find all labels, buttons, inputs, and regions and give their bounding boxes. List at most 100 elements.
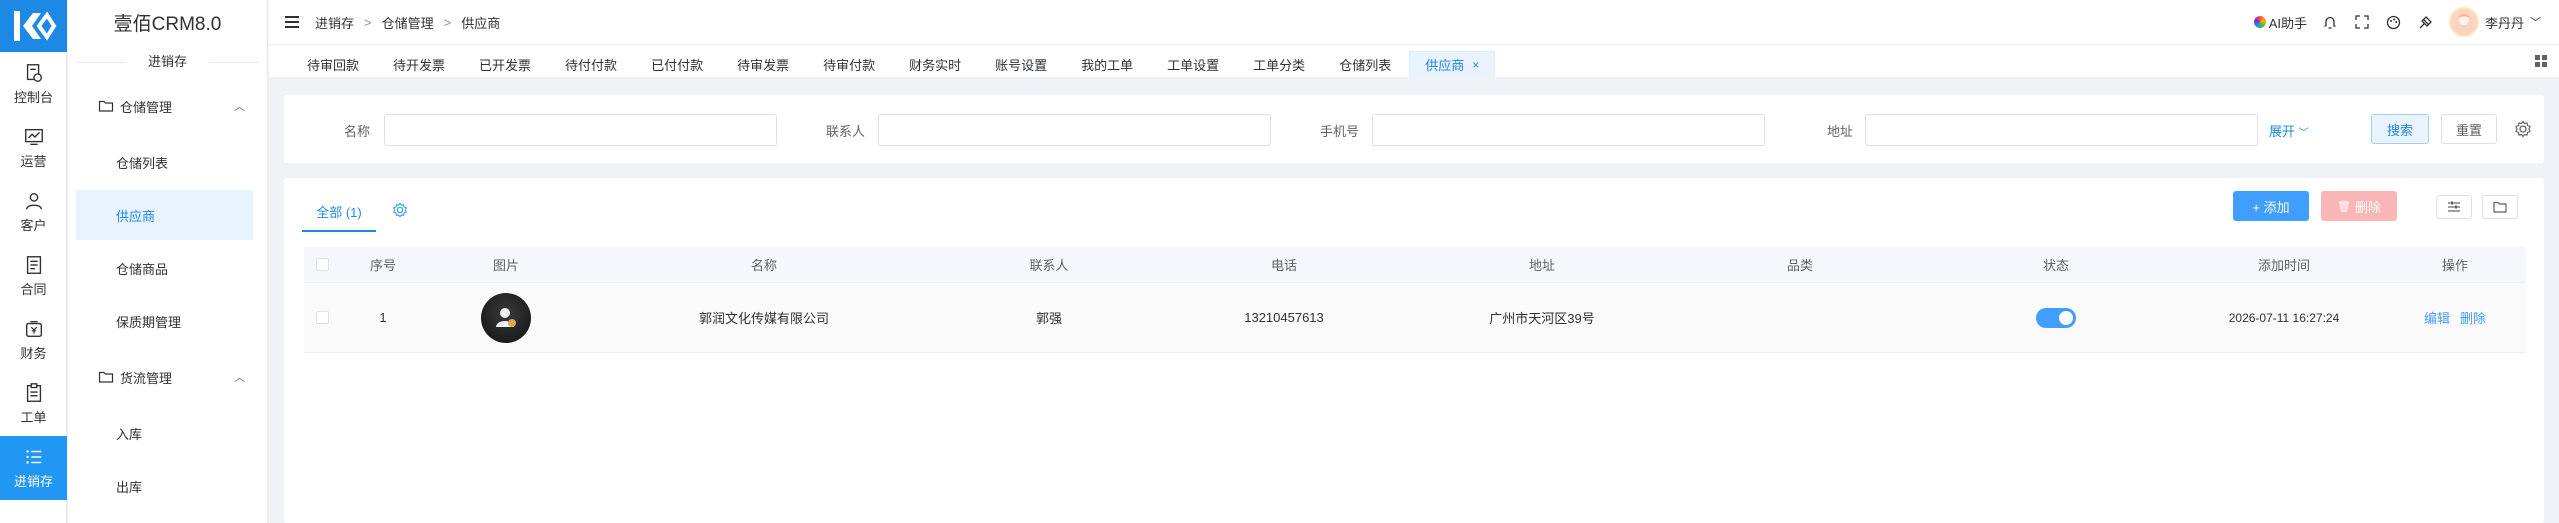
app-logo <box>0 0 67 52</box>
rail-item-dashboard[interactable]: 控制台 <box>0 52 67 116</box>
tab-label: 供应商 <box>1425 58 1465 73</box>
folder-icon <box>98 371 114 383</box>
expand-toggle[interactable]: 展开 ﹀ <box>2269 121 2309 140</box>
cell-address: 广州市天河区39号 <box>1489 311 1595 326</box>
rail-label: 控制台 <box>13 90 53 105</box>
rail-item-inventory[interactable]: 进销存 <box>0 436 67 500</box>
chart-monitor-icon <box>24 128 43 146</box>
gear-icon[interactable] <box>2514 120 2532 138</box>
sidebar-section-title: 进销存 <box>68 50 267 78</box>
reset-button[interactable]: 重置 <box>2441 114 2497 144</box>
select-all-checkbox[interactable] <box>304 258 340 271</box>
sidebar-group-storage[interactable]: 仓储管理 ︿ <box>68 78 267 134</box>
fullscreen-icon[interactable] <box>2353 13 2371 31</box>
name-input[interactable] <box>384 114 777 146</box>
rail-item-contracts[interactable]: 合同 <box>0 244 67 308</box>
tab-payables[interactable]: 待付付款 <box>549 51 633 77</box>
user-menu[interactable]: 李丹丹 ﹀ <box>2448 7 2541 37</box>
chevron-down-icon: ﹀ <box>2298 128 2309 139</box>
theme-icon[interactable] <box>2417 13 2435 31</box>
tab-my-tickets[interactable]: 我的工单 <box>1065 51 1149 77</box>
ai-assistant-button[interactable]: AI助手 <box>2253 13 2307 32</box>
tab-invoice-review[interactable]: 待审发票 <box>721 51 805 77</box>
cell-added-time: 2026-07-11 16:27:24 <box>2228 310 2340 325</box>
user-name: 李丹丹 <box>2484 15 2524 31</box>
col-image: 图片 <box>492 258 519 273</box>
supplier-list-card: 全部 (1) + 添加 🗑 删除 序号 图片 名称 联系人 电话 地址 品类 状… <box>284 178 2544 523</box>
tab-pending-payments[interactable]: 待审回款 <box>291 51 375 77</box>
palette-icon[interactable] <box>2385 13 2403 31</box>
search-button[interactable]: 搜索 <box>2371 114 2429 144</box>
edit-link[interactable]: 编辑 <box>2424 308 2450 327</box>
page-tabs: 待审回款 待开发票 已开发票 待付付款 已付付款 待审发票 待审付款 财务实时 … <box>269 44 2559 77</box>
sidebar-item-inbound[interactable]: 入库 <box>76 408 253 458</box>
gear-icon[interactable] <box>392 202 408 218</box>
column-settings-button[interactable] <box>2436 195 2472 219</box>
chevron-up-icon: ︿ <box>234 372 245 384</box>
sidebar-group-logistics[interactable]: 货流管理 ︿ <box>68 349 267 405</box>
add-button[interactable]: + 添加 <box>2233 191 2309 221</box>
sidebar-item-shelf-life[interactable]: 保质期管理 <box>76 296 253 346</box>
rail-label: 运营 <box>20 154 47 169</box>
breadcrumb-item[interactable]: 仓储管理 <box>382 13 434 32</box>
tab-suppliers[interactable]: 供应商 × <box>1409 51 1496 77</box>
col-address: 地址 <box>1528 258 1555 273</box>
ai-icon <box>2253 16 2266 28</box>
phone-input[interactable] <box>1372 114 1765 146</box>
menu-toggle-icon[interactable] <box>285 16 299 28</box>
tab-finance-realtime[interactable]: 财务实时 <box>893 51 977 77</box>
rail-item-customers[interactable]: 客户 <box>0 180 67 244</box>
delete-button[interactable]: 🗑 删除 <box>2321 191 2397 221</box>
sidebar-item-storage-list[interactable]: 仓储列表 <box>76 137 253 187</box>
address-input[interactable] <box>1865 114 2258 146</box>
expand-label: 展开 <box>2269 124 2296 139</box>
tab-storage-list[interactable]: 仓储列表 <box>1323 51 1407 77</box>
row-checkbox[interactable] <box>304 311 340 324</box>
icon-rail: 控制台 运营 客户 合同 财务 工单 进销存 <box>0 0 67 523</box>
header-actions: AI助手 李丹丹 ﹀ <box>2253 0 2541 44</box>
tab-all[interactable]: 全部 (1) <box>302 192 376 232</box>
tab-ticket-categories[interactable]: 工单分类 <box>1237 51 1321 77</box>
logo-icon <box>13 11 56 41</box>
delete-link[interactable]: 删除 <box>2460 308 2486 327</box>
breadcrumb-item[interactable]: 进销存 <box>315 13 354 32</box>
sidebar-item-suppliers[interactable]: 供应商 <box>76 190 253 240</box>
trash-icon: 🗑 <box>2337 200 2351 213</box>
sidebar-item-storage-goods[interactable]: 仓储商品 <box>76 243 253 293</box>
contract-icon <box>26 256 41 274</box>
sidebar-item-outbound[interactable]: 出库 <box>76 461 253 511</box>
folder-button[interactable] <box>2482 195 2518 219</box>
supplier-avatar[interactable] <box>481 292 531 343</box>
address-label: 地址 <box>1827 124 1854 139</box>
tab-invoices-issued[interactable]: 已开发票 <box>463 51 547 77</box>
cell-contact: 郭强 <box>1035 311 1062 326</box>
table-row: 1 郭润文化传媒有限公司 郭强 13210457613 广州市天河区39号 20… <box>304 283 2526 353</box>
tab-payment-review[interactable]: 待审付款 <box>807 51 891 77</box>
cell-name: 郭润文化传媒有限公司 <box>698 311 829 326</box>
chevron-up-icon: ︿ <box>234 101 245 113</box>
app-window: 控制台 运营 客户 合同 财务 工单 进销存 壹佰CRM8.0 进销存 仓储管理… <box>0 0 2559 523</box>
phone-label: 手机号 <box>1320 124 1360 139</box>
finance-icon <box>25 320 42 338</box>
tab-invoices-to-issue[interactable]: 待开发票 <box>377 51 461 77</box>
tab-account-settings[interactable]: 账号设置 <box>979 51 1063 77</box>
breadcrumb-item: 供应商 <box>461 15 501 31</box>
cell-phone: 13210457613 <box>1244 310 1324 325</box>
col-category: 品类 <box>1786 258 1813 273</box>
rail-item-operations[interactable]: 运营 <box>0 116 67 180</box>
supplier-table: 序号 图片 名称 联系人 电话 地址 品类 状态 添加时间 操作 1 郭润文化传… <box>304 247 2526 353</box>
grid-icon[interactable] <box>2535 55 2547 67</box>
tab-paid[interactable]: 已付付款 <box>635 51 719 77</box>
status-toggle[interactable] <box>2036 307 2076 328</box>
close-icon[interactable]: × <box>1472 58 1479 72</box>
rail-item-finance[interactable]: 财务 <box>0 308 67 372</box>
rail-label: 合同 <box>20 282 47 297</box>
tab-ticket-settings[interactable]: 工单设置 <box>1151 51 1235 77</box>
breadcrumb: 进销存 > 仓储管理 > 供应商 <box>315 13 501 32</box>
rail-item-tickets[interactable]: 工单 <box>0 372 67 436</box>
contact-input[interactable] <box>878 114 1271 146</box>
table-header: 序号 图片 名称 联系人 电话 地址 品类 状态 添加时间 操作 <box>304 247 2526 283</box>
cell-index: 1 <box>379 310 387 325</box>
sidebar-group-label: 货流管理 <box>120 370 173 386</box>
bell-icon[interactable] <box>2321 13 2339 31</box>
